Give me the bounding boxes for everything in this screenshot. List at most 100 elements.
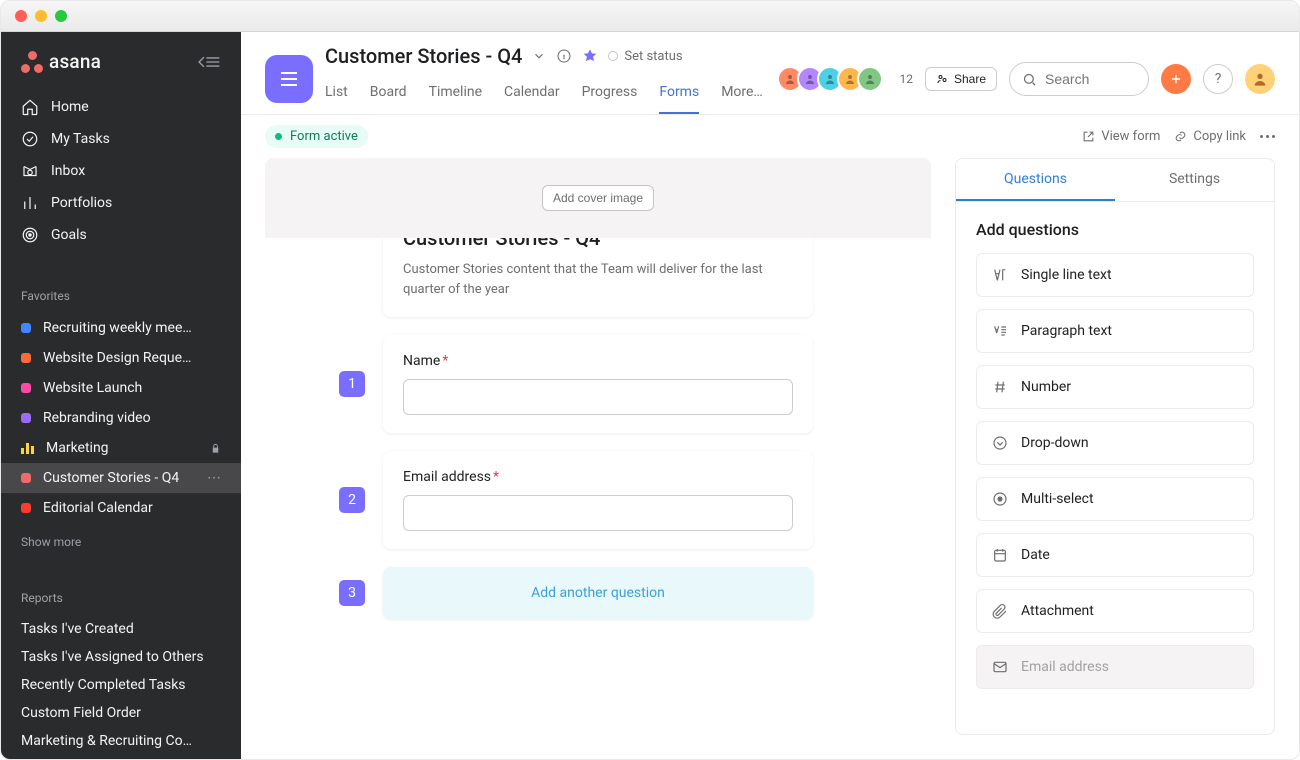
reports-heading: Reports (1, 573, 241, 611)
sidebar-report-item[interactable]: Tasks I've Assigned to Others (1, 643, 241, 671)
show-more-button[interactable]: Show more (1, 527, 241, 557)
question-type-number[interactable]: Number (976, 365, 1254, 409)
sidebar-item-portfolios[interactable]: Portfolios (1, 187, 241, 219)
tab-more[interactable]: More… (721, 76, 763, 114)
attachment-icon (991, 602, 1009, 620)
sidebar-project[interactable]: Website Launch (1, 373, 241, 403)
question-number: 2 (339, 487, 365, 513)
window-titlebar (1, 1, 1299, 32)
project-color-dot (21, 413, 31, 423)
tab-board[interactable]: Board (370, 76, 407, 114)
sidebar-project[interactable]: Marketing (1, 433, 241, 463)
search-icon (1022, 72, 1037, 87)
project-color-dot (21, 353, 31, 363)
sidebar-item-home[interactable]: Home (1, 91, 241, 123)
panel-tab-settings[interactable]: Settings (1115, 159, 1274, 201)
question-label: Name* (403, 353, 793, 369)
project-title: Customer Stories - Q4 (325, 44, 522, 68)
question-type-text[interactable]: Single line text (976, 253, 1254, 297)
question-number: 1 (339, 371, 365, 397)
sidebar-project[interactable]: Rebranding video (1, 403, 241, 433)
project-icon (265, 55, 313, 103)
set-status-button[interactable]: Set status (608, 49, 682, 64)
sidebar-report-item[interactable]: Marketing & Recruiting Co… (1, 727, 241, 755)
right-panel: QuestionsSettings Add questions Single l… (955, 158, 1275, 735)
question-card[interactable]: Email address* (383, 451, 813, 549)
multiselect-icon (991, 490, 1009, 508)
panel-heading: Add questions (976, 220, 1254, 239)
date-icon (991, 546, 1009, 564)
email-icon (991, 658, 1009, 676)
tab-list[interactable]: List (325, 76, 348, 114)
form-canvas: Add cover image Customer Stories - Q4 Cu… (265, 158, 931, 735)
brand-logo[interactable]: asana (21, 50, 101, 73)
question-number: 3 (339, 580, 365, 606)
portfolios-icon (21, 194, 39, 212)
project-color-dot (21, 503, 31, 513)
user-avatar[interactable] (1245, 64, 1275, 94)
tab-progress[interactable]: Progress (582, 76, 638, 114)
question-card[interactable]: Name* (383, 335, 813, 433)
home-icon (21, 98, 39, 116)
window-close[interactable] (15, 10, 27, 22)
sidebar-report-item[interactable]: Tasks I've Created (1, 615, 241, 643)
sidebar-project[interactable]: Recruiting weekly mee… (1, 313, 241, 343)
my-tasks-icon (21, 130, 39, 148)
star-icon[interactable] (582, 48, 598, 64)
asana-logo-icon (21, 51, 43, 73)
favorites-heading: Favorites (1, 271, 241, 309)
brand-name: asana (49, 50, 101, 73)
sidebar-project[interactable]: Editorial Calendar (1, 493, 241, 523)
question-type-dropdown[interactable]: Drop-down (976, 421, 1254, 465)
question-label: Email address* (403, 469, 793, 485)
dropdown-icon (991, 434, 1009, 452)
create-button[interactable] (1161, 64, 1191, 94)
window-maximize[interactable] (55, 10, 67, 22)
sidebar: asana HomeMy TasksInboxPortfoliosGoals F… (1, 32, 241, 759)
question-input[interactable] (403, 495, 793, 531)
question-type-paragraph[interactable]: Paragraph text (976, 309, 1254, 353)
question-type-multiselect[interactable]: Multi-select (976, 477, 1254, 521)
sidebar-project[interactable]: Website Design Reque… (1, 343, 241, 373)
goals-icon (21, 226, 39, 244)
text-icon (991, 266, 1009, 284)
tab-calendar[interactable]: Calendar (504, 76, 560, 114)
add-question-button[interactable]: Add another question (383, 567, 813, 619)
add-cover-image-button[interactable]: Add cover image (542, 185, 654, 211)
window-minimize[interactable] (35, 10, 47, 22)
copy-link-button[interactable]: Copy link (1174, 129, 1246, 144)
paragraph-icon (991, 322, 1009, 340)
project-more-icon[interactable]: ⋯ (207, 470, 221, 486)
tab-forms[interactable]: Forms (659, 76, 699, 114)
project-color-dot (21, 323, 31, 333)
share-button[interactable]: Share (925, 67, 997, 91)
number-icon (991, 378, 1009, 396)
inbox-icon (21, 162, 39, 180)
sidebar-item-my-tasks[interactable]: My Tasks (1, 123, 241, 155)
more-actions-button[interactable] (1260, 135, 1275, 138)
tab-timeline[interactable]: Timeline (429, 76, 482, 114)
search-input[interactable] (1009, 62, 1149, 96)
sidebar-item-goals[interactable]: Goals (1, 219, 241, 251)
member-avatars[interactable] (783, 66, 883, 92)
project-color-dot (21, 473, 31, 483)
question-type-email: Email address (976, 645, 1254, 689)
question-type-attachment[interactable]: Attachment (976, 589, 1254, 633)
view-form-button[interactable]: View form (1082, 129, 1160, 144)
sidebar-report-item[interactable]: Recently Completed Tasks (1, 671, 241, 699)
help-button[interactable]: ? (1203, 64, 1233, 94)
question-type-date[interactable]: Date (976, 533, 1254, 577)
sidebar-report-item[interactable]: Custom Field Order (1, 699, 241, 727)
sidebar-collapse-button[interactable] (195, 54, 221, 70)
question-input[interactable] (403, 379, 793, 415)
sidebar-item-inbox[interactable]: Inbox (1, 155, 241, 187)
form-status-chip: Form active (265, 125, 368, 148)
avatar (857, 66, 883, 92)
portfolio-bars-icon (21, 442, 34, 454)
panel-tab-questions[interactable]: Questions (956, 159, 1115, 201)
lock-icon (210, 443, 221, 454)
info-icon[interactable] (556, 48, 572, 64)
form-description: Customer Stories content that the Team w… (403, 260, 793, 299)
chevron-down-icon[interactable] (532, 49, 546, 63)
sidebar-project[interactable]: Customer Stories - Q4⋯ (1, 463, 241, 493)
